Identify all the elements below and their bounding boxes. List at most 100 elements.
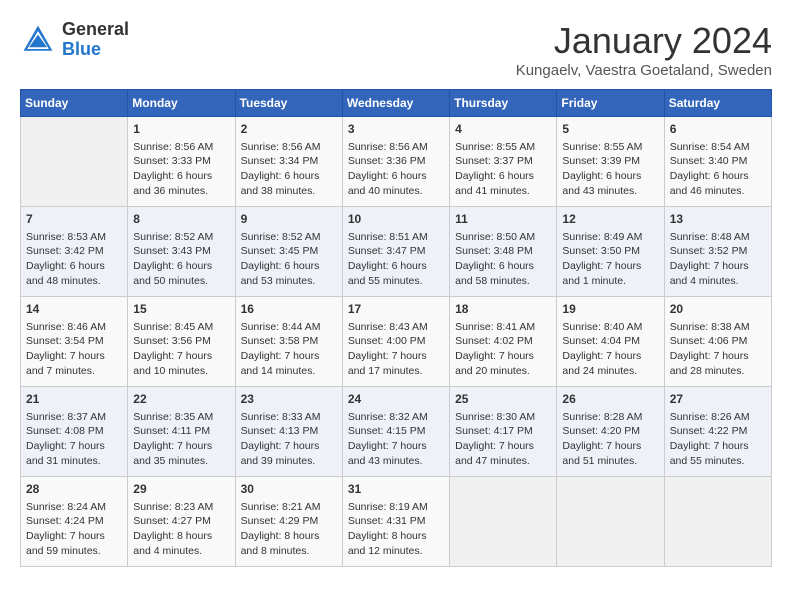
calendar-cell: 12 Sunrise: 8:49 AM Sunset: 3:50 PM Dayli…: [557, 207, 664, 297]
calendar-cell: [450, 477, 557, 567]
calendar-cell: 31 Sunrise: 8:19 AM Sunset: 4:31 PM Dayli…: [342, 477, 449, 567]
day-info: Sunrise: 8:33 AM Sunset: 4:13 PM Dayligh…: [241, 410, 337, 469]
logo: General Blue: [20, 20, 129, 60]
calendar-cell: 10 Sunrise: 8:51 AM Sunset: 3:47 PM Dayli…: [342, 207, 449, 297]
day-number: 31: [348, 481, 444, 498]
calendar-cell: 7 Sunrise: 8:53 AM Sunset: 3:42 PM Daylig…: [21, 207, 128, 297]
day-number: 30: [241, 481, 337, 498]
day-info: Sunrise: 8:52 AM Sunset: 3:43 PM Dayligh…: [133, 230, 229, 289]
day-info: Sunrise: 8:26 AM Sunset: 4:22 PM Dayligh…: [670, 410, 766, 469]
day-info: Sunrise: 8:56 AM Sunset: 3:34 PM Dayligh…: [241, 140, 337, 199]
calendar-week-5: 28Sunrise: 8:24 AM Sunset: 4:24 PM Dayli…: [21, 477, 772, 567]
month-title: January 2024: [516, 20, 772, 62]
day-info: Sunrise: 8:37 AM Sunset: 4:08 PM Dayligh…: [26, 410, 122, 469]
day-number: 25: [455, 391, 551, 408]
calendar-cell: 15Sunrise: 8:45 AM Sunset: 3:56 PM Dayli…: [128, 297, 235, 387]
day-info: Sunrise: 8:54 AM Sunset: 3:40 PM Dayligh…: [670, 140, 766, 199]
calendar-cell: 4 Sunrise: 8:55 AM Sunset: 3:37 PM Daylig…: [450, 117, 557, 207]
day-number: 14: [26, 301, 122, 318]
page-header: General Blue January 2024 Kungaelv, Vaes…: [20, 20, 772, 79]
calendar-cell: 29 Sunrise: 8:23 AM Sunset: 4:27 PM Dayli…: [128, 477, 235, 567]
weekday-header-wednesday: Wednesday: [342, 90, 449, 117]
weekday-header-monday: Monday: [128, 90, 235, 117]
weekday-header-saturday: Saturday: [664, 90, 771, 117]
day-number: 17: [348, 301, 444, 318]
day-info: Sunrise: 8:24 AM Sunset: 4:24 PM Dayligh…: [26, 500, 122, 559]
day-info: Sunrise: 8:44 AM Sunset: 3:58 PM Dayligh…: [241, 320, 337, 379]
calendar-week-1: 1 Sunrise: 8:56 AM Sunset: 3:33 PM Daylig…: [21, 117, 772, 207]
weekday-header-thursday: Thursday: [450, 90, 557, 117]
calendar-cell: 23 Sunrise: 8:33 AM Sunset: 4:13 PM Dayli…: [235, 387, 342, 477]
day-info: Sunrise: 8:50 AM Sunset: 3:48 PM Dayligh…: [455, 230, 551, 289]
day-number: 7: [26, 211, 122, 228]
calendar-cell: 24Sunrise: 8:32 AM Sunset: 4:15 PM Dayli…: [342, 387, 449, 477]
day-info: Sunrise: 8:53 AM Sunset: 3:42 PM Dayligh…: [26, 230, 122, 289]
day-info: Sunrise: 8:55 AM Sunset: 3:39 PM Dayligh…: [562, 140, 658, 199]
calendar-cell: 2 Sunrise: 8:56 AM Sunset: 3:34 PM Daylig…: [235, 117, 342, 207]
day-info: Sunrise: 8:40 AM Sunset: 4:04 PM Dayligh…: [562, 320, 658, 379]
day-number: 29: [133, 481, 229, 498]
day-info: Sunrise: 8:51 AM Sunset: 3:47 PM Dayligh…: [348, 230, 444, 289]
calendar-cell: 1 Sunrise: 8:56 AM Sunset: 3:33 PM Daylig…: [128, 117, 235, 207]
calendar-cell: 21 Sunrise: 8:37 AM Sunset: 4:08 PM Dayli…: [21, 387, 128, 477]
day-info: Sunrise: 8:41 AM Sunset: 4:02 PM Dayligh…: [455, 320, 551, 379]
day-number: 19: [562, 301, 658, 318]
day-number: 8: [133, 211, 229, 228]
calendar-cell: 30 Sunrise: 8:21 AM Sunset: 4:29 PM Dayli…: [235, 477, 342, 567]
day-number: 23: [241, 391, 337, 408]
day-number: 10: [348, 211, 444, 228]
day-info: Sunrise: 8:21 AM Sunset: 4:29 PM Dayligh…: [241, 500, 337, 559]
calendar-cell: 3Sunrise: 8:56 AM Sunset: 3:36 PM Daylig…: [342, 117, 449, 207]
day-info: Sunrise: 8:19 AM Sunset: 4:31 PM Dayligh…: [348, 500, 444, 559]
location: Kungaelv, Vaestra Goetaland, Sweden: [516, 62, 772, 79]
calendar-week-2: 7 Sunrise: 8:53 AM Sunset: 3:42 PM Daylig…: [21, 207, 772, 297]
day-info: Sunrise: 8:43 AM Sunset: 4:00 PM Dayligh…: [348, 320, 444, 379]
day-info: Sunrise: 8:23 AM Sunset: 4:27 PM Dayligh…: [133, 500, 229, 559]
calendar-cell: 9Sunrise: 8:52 AM Sunset: 3:45 PM Daylig…: [235, 207, 342, 297]
day-info: Sunrise: 8:30 AM Sunset: 4:17 PM Dayligh…: [455, 410, 551, 469]
calendar-cell: 17 Sunrise: 8:43 AM Sunset: 4:00 PM Dayli…: [342, 297, 449, 387]
day-number: 12: [562, 211, 658, 228]
day-number: 24: [348, 391, 444, 408]
day-info: Sunrise: 8:46 AM Sunset: 3:54 PM Dayligh…: [26, 320, 122, 379]
day-number: 21: [26, 391, 122, 408]
day-number: 27: [670, 391, 766, 408]
day-info: Sunrise: 8:35 AM Sunset: 4:11 PM Dayligh…: [133, 410, 229, 469]
calendar-week-3: 14 Sunrise: 8:46 AM Sunset: 3:54 PM Dayli…: [21, 297, 772, 387]
day-number: 18: [455, 301, 551, 318]
day-number: 20: [670, 301, 766, 318]
day-number: 5: [562, 121, 658, 138]
calendar-cell: 18 Sunrise: 8:41 AM Sunset: 4:02 PM Dayli…: [450, 297, 557, 387]
weekday-header-tuesday: Tuesday: [235, 90, 342, 117]
calendar-cell: 6 Sunrise: 8:54 AM Sunset: 3:40 PM Daylig…: [664, 117, 771, 207]
day-number: 4: [455, 121, 551, 138]
calendar-cell: 26Sunrise: 8:28 AM Sunset: 4:20 PM Dayli…: [557, 387, 664, 477]
day-info: Sunrise: 8:56 AM Sunset: 3:33 PM Dayligh…: [133, 140, 229, 199]
day-number: 22: [133, 391, 229, 408]
day-number: 6: [670, 121, 766, 138]
day-info: Sunrise: 8:38 AM Sunset: 4:06 PM Dayligh…: [670, 320, 766, 379]
calendar-cell: [21, 117, 128, 207]
day-number: 1: [133, 121, 229, 138]
day-number: 11: [455, 211, 551, 228]
day-number: 15: [133, 301, 229, 318]
logo-text: General Blue: [62, 20, 129, 60]
calendar-cell: 16Sunrise: 8:44 AM Sunset: 3:58 PM Dayli…: [235, 297, 342, 387]
calendar-cell: 14 Sunrise: 8:46 AM Sunset: 3:54 PM Dayli…: [21, 297, 128, 387]
day-info: Sunrise: 8:55 AM Sunset: 3:37 PM Dayligh…: [455, 140, 551, 199]
day-info: Sunrise: 8:52 AM Sunset: 3:45 PM Dayligh…: [241, 230, 337, 289]
weekday-header-sunday: Sunday: [21, 90, 128, 117]
calendar-cell: 20 Sunrise: 8:38 AM Sunset: 4:06 PM Dayli…: [664, 297, 771, 387]
calendar-cell: 8 Sunrise: 8:52 AM Sunset: 3:43 PM Daylig…: [128, 207, 235, 297]
calendar-week-4: 21 Sunrise: 8:37 AM Sunset: 4:08 PM Dayli…: [21, 387, 772, 477]
calendar-cell: 25 Sunrise: 8:30 AM Sunset: 4:17 PM Dayli…: [450, 387, 557, 477]
calendar-cell: 27 Sunrise: 8:26 AM Sunset: 4:22 PM Dayli…: [664, 387, 771, 477]
calendar-cell: 28Sunrise: 8:24 AM Sunset: 4:24 PM Dayli…: [21, 477, 128, 567]
day-number: 2: [241, 121, 337, 138]
day-info: Sunrise: 8:28 AM Sunset: 4:20 PM Dayligh…: [562, 410, 658, 469]
logo-icon: [20, 22, 56, 58]
day-number: 13: [670, 211, 766, 228]
calendar-cell: [664, 477, 771, 567]
day-info: Sunrise: 8:49 AM Sunset: 3:50 PM Dayligh…: [562, 230, 658, 289]
calendar-cell: 5 Sunrise: 8:55 AM Sunset: 3:39 PM Daylig…: [557, 117, 664, 207]
